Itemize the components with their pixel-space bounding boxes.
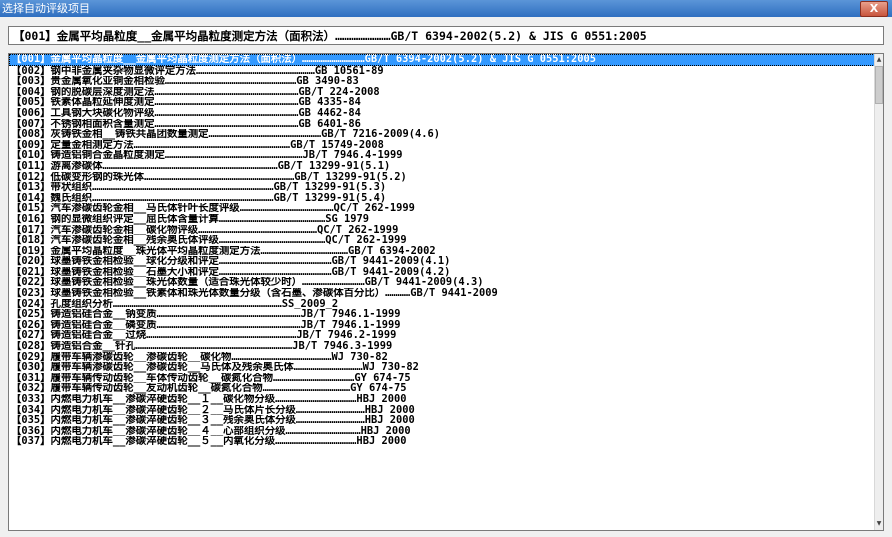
vertical-scrollbar[interactable]: ▲ ▼ [874,54,883,530]
scroll-up-icon[interactable]: ▲ [875,55,883,65]
list-item[interactable]: 【005】铁素体晶粒延伸度测定……………………………………………………………GB… [9,97,875,108]
list-item[interactable]: 【001】金属平均晶粒度__金属平均晶粒度测定方法（面积法）…………………………… [9,54,875,66]
window-title: 选择自动评级项目 [2,2,90,15]
list-item[interactable]: 【006】工具钢大块碳化物评级……………………………………………………………GB… [9,108,875,119]
list-items: 【001】金属平均晶粒度__金属平均晶粒度测定方法（面积法）…………………………… [9,54,875,530]
list-item[interactable]: 【037】内燃电力机车__渗碳淬硬齿轮__５__内氧化分级……………………………… [9,436,875,447]
list-item[interactable]: 【015】汽车渗碳齿轮金相__马氏体针叶长度评级………………………………………Q… [9,203,875,214]
list-item[interactable]: 【029】履带车辆渗碳齿轮__渗碳齿轮__碳化物…………………………………………… [9,352,875,363]
list-item[interactable]: 【013】带状组织……………………………………………………………………………GB… [9,182,875,193]
list-item[interactable]: 【007】不锈钢相面积含量测定……………………………………………………………GB… [9,119,875,130]
scroll-down-icon[interactable]: ▼ [875,519,883,529]
list-item[interactable]: 【002】钢中非金属夹杂物显微评定方法…………………………………………………GB… [9,66,875,77]
list-item[interactable]: 【034】内燃电力机车__渗碳淬硬齿轮__２__马氏体片长分级………………………… [9,405,875,416]
list-item[interactable]: 【032】履带车辆传动齿轮__友动机齿轮__碳氮化合物…………………………………… [9,383,875,394]
list-item[interactable]: 【011】游离渗碳体…………………………………………………………………………GB… [9,161,875,172]
list-item[interactable]: 【017】汽车渗碳齿轮金相__碳化物评级…………………………………………………Q… [9,225,875,236]
list-item[interactable]: 【010】铸造铝铜合金晶粒度测定…………………………………………………………JB… [9,150,875,161]
list-item[interactable]: 【018】汽车渗碳齿轮金相__残余奥氏体评级……………………………………………Q… [9,235,875,246]
list-item[interactable]: 【030】履带车辆渗碳齿轮__渗碳齿轮__马氏体及残余奥氏体…………………………… [9,362,875,373]
list-item[interactable]: 【033】内燃电力机车__渗碳淬硬齿轮__１__碳化物分级……………………………… [9,394,875,405]
selected-item-combobox[interactable]: 【001】金属平均晶粒度__金属平均晶粒度测定方法（面积法）……………………GB… [8,26,884,45]
list-item[interactable]: 【023】球墨铸铁金相检验__铁素体和珠光体数量分级（含石墨、渗碳体百分比）……… [9,288,875,299]
list-item[interactable]: 【028】铸造铝合金__针孔…………………………………………………………………J… [9,341,875,352]
close-icon: X [869,2,879,15]
list-item[interactable]: 【022】球墨铸铁金相检验__珠光体数量（适合珠光体较少时）…………………………… [9,277,875,288]
list-item[interactable]: 【026】铸造铝硅合金__磷变质……………………………………………………………J… [9,320,875,331]
selected-item-text: 【001】金属平均晶粒度__金属平均晶粒度测定方法（面积法）……………………GB… [13,29,647,43]
scroll-thumb[interactable] [875,66,883,104]
list-item[interactable]: 【031】履带车辆传动齿轮__车体传动齿轮__碳氮化合物………………………………… [9,373,875,384]
list-item[interactable]: 【003】贵金属氧化亚铜金相检验………………………………………………………GB … [9,76,875,87]
close-button[interactable]: X [860,1,888,17]
list-item[interactable]: 【036】内燃电力机车__渗碳淬硬齿轮__４__心部组织分级…………………………… [9,426,875,437]
list-item[interactable]: 【019】金属平均晶粒度__珠光体平均晶粒度测定方法……………………………………… [9,246,875,257]
list-item[interactable]: 【020】球墨铸铁金相检验__球化分级和评定………………………………………………… [9,256,875,267]
evaluation-item-list[interactable]: 【001】金属平均晶粒度__金属平均晶粒度测定方法（面积法）…………………………… [8,53,884,531]
list-item[interactable]: 【004】钢的脱碳层深度测定法……………………………………………………………GB… [9,87,875,98]
list-item[interactable]: 【035】内燃电力机车__渗碳淬硬齿轮__３__残余奥氏体分级………………………… [9,415,875,426]
list-item[interactable]: 【024】孔度组织分析………………………………………………………………………SS… [9,299,875,310]
list-item[interactable]: 【009】定量金相测定方法…………………………………………………………………GB… [9,140,875,151]
list-item[interactable]: 【021】球墨铸铁金相检验__石墨大小和评定………………………………………………… [9,267,875,278]
title-bar: 选择自动评级项目 X [0,0,892,17]
list-item[interactable]: 【016】钢的显微组织评定__屈氏体含量计算……………………………………………S… [9,214,875,225]
list-item[interactable]: 【014】魏氏组织……………………………………………………………………………GB… [9,193,875,204]
list-item[interactable]: 【008】灰铸铁金相__铸铁共晶团数量测定………………………………………………G… [9,129,875,140]
list-item[interactable]: 【027】铸造铝硅合金__过烧………………………………………………………………J… [9,330,875,341]
list-item[interactable]: 【012】低碳变形钢的珠光体………………………………………………………………GB… [9,172,875,183]
list-item[interactable]: 【025】铸造铝硅合金__钠变质……………………………………………………………J… [9,309,875,320]
